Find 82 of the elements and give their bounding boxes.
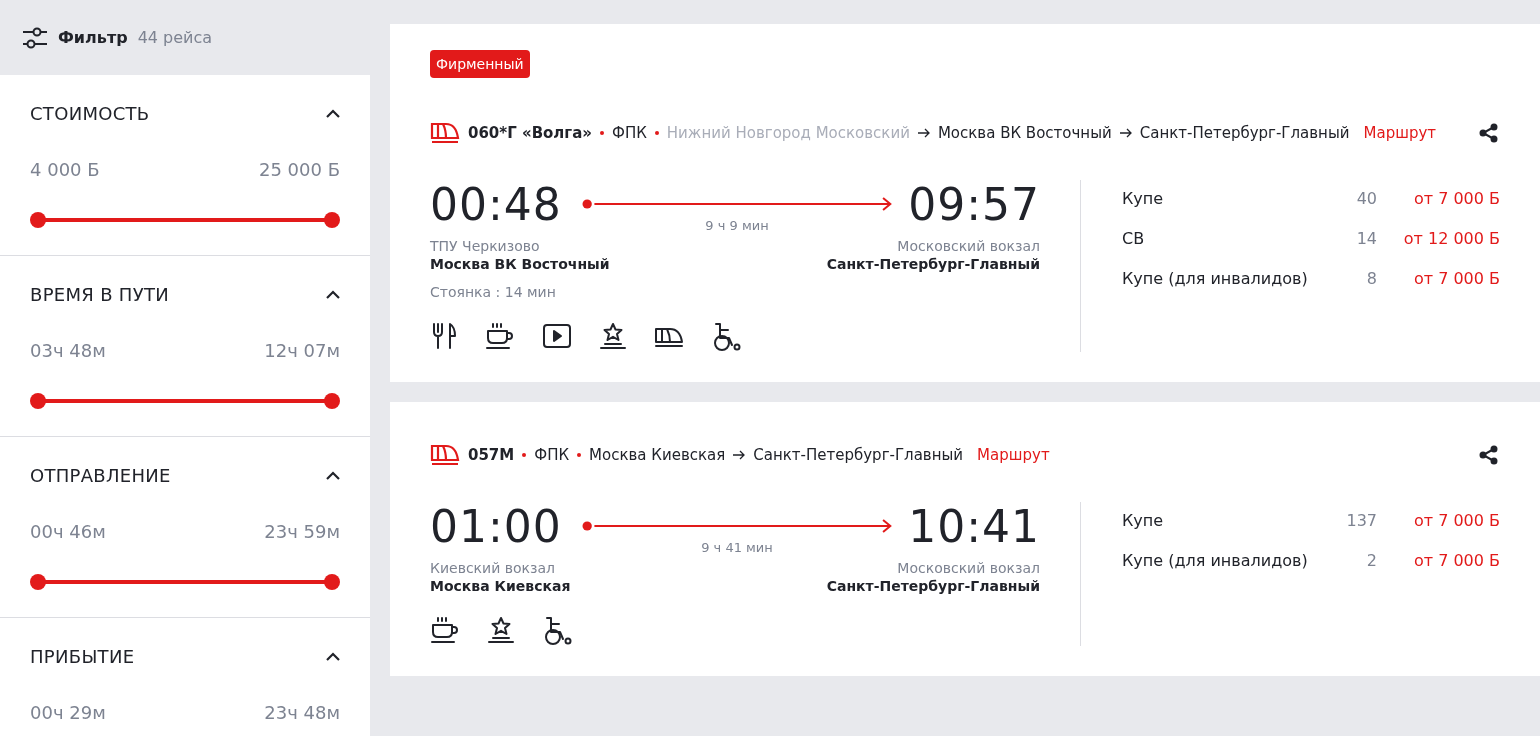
range-slider-thumb[interactable] xyxy=(30,574,46,590)
arrival-city: Санкт-Петербург-Главный xyxy=(826,256,1040,272)
seat-count: 137 xyxy=(1345,510,1377,532)
route-stop: Москва ВК Восточный xyxy=(937,124,1112,142)
departure-time: 00:48 xyxy=(430,180,562,230)
car-class: СВ xyxy=(1122,228,1146,250)
share-button[interactable] xyxy=(1478,444,1500,466)
range-slider-thumb[interactable] xyxy=(324,212,340,228)
chevron-up-icon[interactable] xyxy=(326,470,340,480)
fare-price[interactable]: от 12 000 Б xyxy=(1377,228,1500,250)
route-stop: Москва Киевская xyxy=(589,446,726,464)
carrier-name: ФПК xyxy=(534,446,570,464)
seat-count: 2 xyxy=(1365,550,1377,572)
departure-time: 01:00 xyxy=(430,502,562,552)
car-class: Купе xyxy=(1122,510,1165,532)
arrival-station: Московский вокзал xyxy=(897,560,1040,576)
route-stop: Нижний Новгород Московский xyxy=(666,124,910,142)
departure-station: Киевский вокзал xyxy=(430,560,555,576)
seat-count: 8 xyxy=(1365,268,1377,290)
range-max-value: 12ч 07м xyxy=(264,340,340,361)
train-logo-icon xyxy=(430,444,460,466)
range-slider-thumb[interactable] xyxy=(30,212,46,228)
car-class: Купе xyxy=(1122,188,1165,210)
arrival-time: 09:57 xyxy=(908,180,1040,230)
range-min-value: 03ч 48м xyxy=(30,340,106,361)
star-podium-icon xyxy=(599,322,627,350)
coffee-cup-icon xyxy=(430,616,460,644)
fare-price[interactable]: от 7 000 Б xyxy=(1377,188,1500,210)
chevron-up-icon[interactable] xyxy=(326,651,340,661)
filter-sliders-icon[interactable] xyxy=(22,25,48,50)
departure-city: Москва ВК Восточный xyxy=(430,256,610,272)
arrow-right-icon xyxy=(733,450,746,460)
filter-section-title: ОТПРАВЛЕНИЕ xyxy=(30,464,171,486)
train-logo-icon xyxy=(430,122,460,144)
wheelchair-icon xyxy=(711,322,741,352)
range-max-value: 23ч 59м xyxy=(264,521,340,542)
range-max-value: 23ч 48м xyxy=(264,702,340,723)
departure-city: Москва Киевская xyxy=(430,578,571,594)
train-number: 060*Г «Волга» xyxy=(468,124,592,142)
coffee-cup-icon xyxy=(485,322,515,350)
star-podium-icon xyxy=(487,616,515,644)
carrier-name: ФПК xyxy=(612,124,647,142)
wheelchair-icon xyxy=(542,616,572,646)
arrival-city: Санкт-Петербург-Главный xyxy=(826,578,1040,594)
fork-knife-icon xyxy=(430,322,458,350)
range-min-value: 00ч 29м xyxy=(30,702,106,723)
arrival-time: 10:41 xyxy=(908,502,1040,552)
fare-price[interactable]: от 7 000 Б xyxy=(1377,268,1500,290)
filter-section-title: ВРЕМЯ В ПУТИ xyxy=(30,283,169,305)
seat-count: 14 xyxy=(1355,228,1377,250)
arrival-station: Московский вокзал xyxy=(897,238,1040,254)
route-link[interactable]: Маршрут xyxy=(977,446,1050,464)
route-stop: Санкт-Петербург-Главный xyxy=(1139,124,1350,142)
departure-station: ТПУ Черкизово xyxy=(430,238,540,254)
travel-duration: 9 ч 41 мин xyxy=(700,540,774,555)
range-max-value: 25 000 Б xyxy=(258,159,340,180)
chevron-up-icon[interactable] xyxy=(326,289,340,299)
chevron-up-icon[interactable] xyxy=(326,108,340,118)
stop-duration: Стоянка : 14 мин xyxy=(430,284,557,300)
share-button[interactable] xyxy=(1478,122,1500,144)
travel-duration: 9 ч 9 мин xyxy=(704,218,770,233)
train-number: 057М xyxy=(468,446,515,464)
seat-count: 40 xyxy=(1355,188,1377,210)
branded-badge: Фирменный xyxy=(430,50,530,78)
route-link[interactable]: Маршрут xyxy=(1363,124,1437,142)
range-min-value: 4 000 Б xyxy=(30,159,100,180)
fare-price[interactable]: от 7 000 Б xyxy=(1377,550,1500,572)
filter-section-title: СТОИМОСТЬ xyxy=(30,102,150,124)
range-min-value: 00ч 46м xyxy=(30,521,106,542)
car-class: Купе (для инвалидов) xyxy=(1122,550,1309,572)
car-class: Купе (для инвалидов) xyxy=(1122,268,1309,290)
trip-count: 44 рейса xyxy=(137,28,213,47)
arrow-right-icon xyxy=(917,128,930,138)
range-slider-thumb[interactable] xyxy=(30,393,46,409)
play-screen-icon xyxy=(542,322,572,350)
range-slider-thumb[interactable] xyxy=(324,393,340,409)
fare-price[interactable]: от 7 000 Б xyxy=(1377,510,1500,532)
route-stop: Санкт-Петербург-Главный xyxy=(753,446,964,464)
filter-section-title: ПРИБЫТИЕ xyxy=(30,645,135,667)
filter-title: Фильтр xyxy=(58,28,128,47)
range-slider-thumb[interactable] xyxy=(324,574,340,590)
arrow-right-icon xyxy=(1119,128,1132,138)
